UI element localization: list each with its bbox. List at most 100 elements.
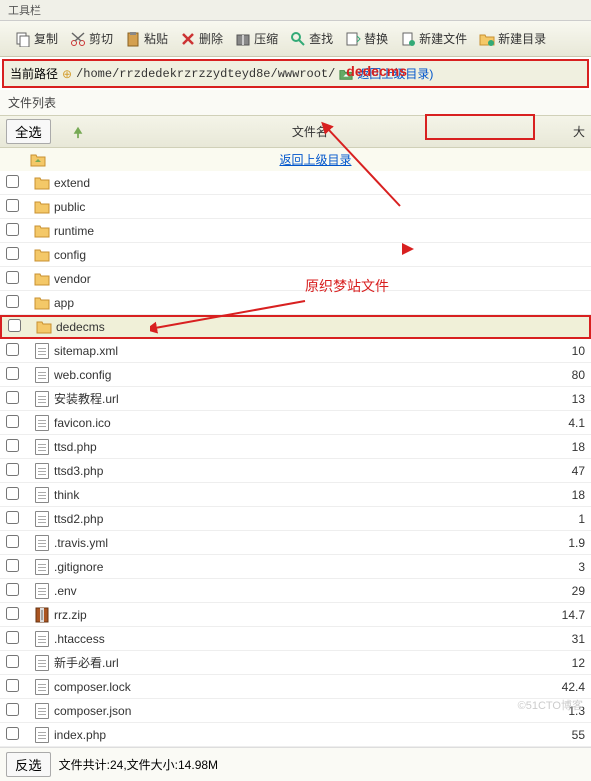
paste-button[interactable]: 粘贴 <box>120 27 173 50</box>
row-checkbox[interactable] <box>6 367 19 380</box>
file-name[interactable]: ttsd.php <box>54 440 535 454</box>
file-row[interactable]: 安装教程.url13 <box>0 387 591 411</box>
row-checkbox[interactable] <box>6 463 19 476</box>
row-checkbox[interactable] <box>6 631 19 644</box>
row-checkbox[interactable] <box>6 583 19 596</box>
file-row[interactable]: composer.json1.3 <box>0 699 591 723</box>
row-checkbox[interactable] <box>6 607 19 620</box>
file-row[interactable]: .travis.yml1.9 <box>0 531 591 555</box>
file-row[interactable]: .env29 <box>0 579 591 603</box>
file-name[interactable]: ttsd2.php <box>54 512 535 526</box>
file-row[interactable]: dedecms <box>0 315 591 339</box>
file-name[interactable]: composer.lock <box>54 680 535 694</box>
file-name[interactable]: extend <box>54 176 535 190</box>
file-row[interactable]: public <box>0 195 591 219</box>
footer-stats: 文件共计:24,文件大小:14.98M <box>59 756 218 773</box>
row-checkbox[interactable] <box>6 247 19 260</box>
row-checkbox[interactable] <box>6 223 19 236</box>
row-checkbox[interactable] <box>6 679 19 692</box>
file-name[interactable]: 新手必看.url <box>54 654 535 671</box>
delete-button[interactable]: 删除 <box>175 27 228 50</box>
watermark: ©51CTO博客 <box>518 697 583 713</box>
file-row[interactable]: sitemap.xml10 <box>0 339 591 363</box>
file-row[interactable]: app <box>0 291 591 315</box>
file-name[interactable]: index.php <box>54 728 535 742</box>
file-row[interactable]: favicon.ico4.1 <box>0 411 591 435</box>
replace-button[interactable]: 替换 <box>340 27 393 50</box>
search-button[interactable]: 查找 <box>285 27 338 50</box>
file-name[interactable]: app <box>54 296 535 310</box>
file-row[interactable]: web.config80 <box>0 363 591 387</box>
row-checkbox[interactable] <box>6 727 19 740</box>
file-row[interactable]: .gitignore3 <box>0 555 591 579</box>
file-row[interactable]: extend <box>0 171 591 195</box>
file-name[interactable]: .travis.yml <box>54 536 535 550</box>
file-name[interactable]: sitemap.xml <box>54 344 535 358</box>
file-name[interactable]: composer.json <box>54 704 535 718</box>
cut-button[interactable]: 剪切 <box>65 27 118 50</box>
file-name[interactable]: config <box>54 248 535 262</box>
compress-button[interactable]: 压缩 <box>230 27 283 50</box>
file-row[interactable]: 新手必看.url12 <box>0 651 591 675</box>
file-name[interactable]: rrz.zip <box>54 608 535 622</box>
file-name[interactable]: dedecms <box>56 320 533 334</box>
copy-button[interactable]: 复制 <box>10 27 63 50</box>
row-checkbox[interactable] <box>8 319 21 332</box>
file-row[interactable]: vendor <box>0 267 591 291</box>
file-name[interactable]: think <box>54 488 535 502</box>
file-row[interactable]: runtime <box>0 219 591 243</box>
row-checkbox[interactable] <box>6 703 19 716</box>
file-row[interactable]: index.php55 <box>0 723 591 747</box>
file-name[interactable]: vendor <box>54 272 535 286</box>
row-checkbox[interactable] <box>6 655 19 668</box>
file-size: 80 <box>535 368 585 382</box>
newfile-label: 新建文件 <box>419 30 467 47</box>
delete-label: 删除 <box>199 30 223 47</box>
newfile-button[interactable]: 新建文件 <box>395 27 472 50</box>
folder-icon <box>30 200 54 214</box>
file-row[interactable]: ttsd.php18 <box>0 435 591 459</box>
row-checkbox[interactable] <box>6 511 19 524</box>
file-icon <box>30 583 54 599</box>
file-row[interactable]: composer.lock42.4 <box>0 675 591 699</box>
parent-dir-link[interactable]: 返回上级目录 <box>279 151 351 168</box>
file-size: 10 <box>535 344 585 358</box>
copy-label: 复制 <box>34 30 58 47</box>
up-arrow-icon[interactable] <box>71 125 85 139</box>
file-name[interactable]: web.config <box>54 368 535 382</box>
file-row[interactable]: .htaccess31 <box>0 627 591 651</box>
invert-select-button[interactable]: 反选 <box>6 752 51 777</box>
file-name[interactable]: runtime <box>54 224 535 238</box>
file-name[interactable]: .htaccess <box>54 632 535 646</box>
col-size-header[interactable]: 大 <box>535 123 585 140</box>
row-checkbox[interactable] <box>6 535 19 548</box>
compress-icon <box>235 31 251 47</box>
row-checkbox[interactable] <box>6 439 19 452</box>
file-name[interactable]: ttsd3.php <box>54 464 535 478</box>
file-size: 1 <box>535 512 585 526</box>
row-checkbox[interactable] <box>6 175 19 188</box>
clipboard-icon <box>125 31 141 47</box>
file-row[interactable]: ttsd2.php1 <box>0 507 591 531</box>
row-checkbox[interactable] <box>6 391 19 404</box>
row-checkbox[interactable] <box>6 559 19 572</box>
row-checkbox[interactable] <box>6 415 19 428</box>
file-row[interactable]: think18 <box>0 483 591 507</box>
file-name[interactable]: public <box>54 200 535 214</box>
row-checkbox[interactable] <box>6 271 19 284</box>
file-row[interactable]: ttsd3.php47 <box>0 459 591 483</box>
file-row[interactable]: rrz.zip14.7 <box>0 603 591 627</box>
row-checkbox[interactable] <box>6 487 19 500</box>
row-checkbox[interactable] <box>6 343 19 356</box>
file-name[interactable]: 安装教程.url <box>54 390 535 407</box>
file-name[interactable]: favicon.ico <box>54 416 535 430</box>
file-name[interactable]: .gitignore <box>54 560 535 574</box>
file-list: 原织梦站文件 extendpublicruntimeconfigvendorap… <box>0 171 591 747</box>
row-checkbox[interactable] <box>6 199 19 212</box>
file-name[interactable]: .env <box>54 584 535 598</box>
path-value: /home/rrzdedekrzrzzydteyd8e/wwwroot/ <box>76 67 335 81</box>
file-row[interactable]: config <box>0 243 591 267</box>
select-all-button[interactable]: 全选 <box>6 119 51 144</box>
row-checkbox[interactable] <box>6 295 19 308</box>
newdir-button[interactable]: 新建目录 <box>474 27 551 50</box>
